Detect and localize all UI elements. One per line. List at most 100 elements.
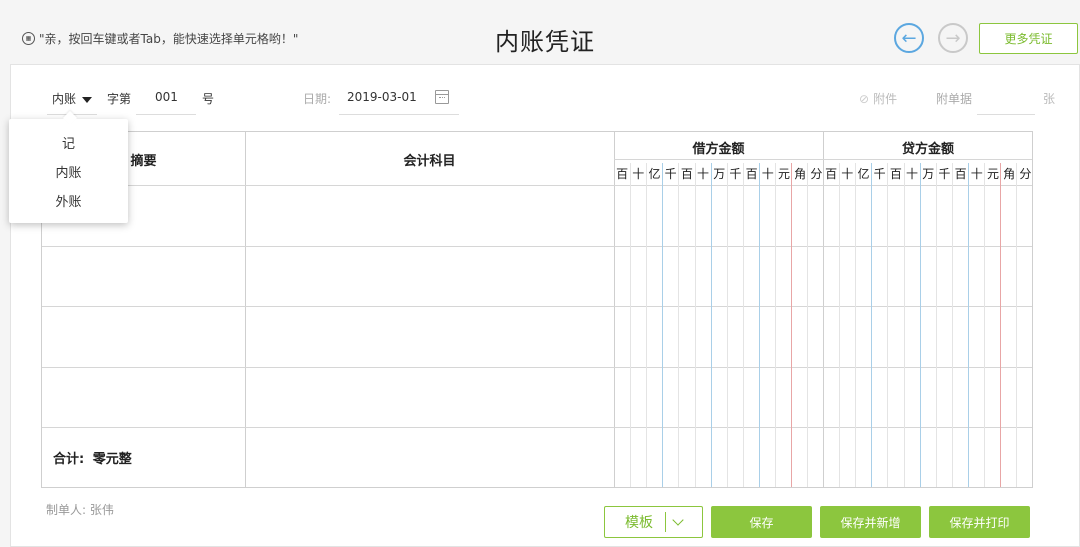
digit-column-line: [742, 163, 744, 487]
account-cell-row-3[interactable]: [246, 307, 614, 367]
digit-column-line: [678, 163, 680, 487]
dropdown-option[interactable]: 记: [9, 133, 128, 152]
chevron-down-icon[interactable]: [672, 513, 684, 526]
credit-digit-header: 元: [986, 167, 999, 181]
digit-column-line: [646, 163, 648, 487]
caret-down-icon: [82, 96, 93, 103]
save-button[interactable]: 保存: [711, 506, 812, 538]
account-cell-row-1[interactable]: [246, 186, 614, 246]
voucher-card: 内账 字第 001 号 日期: 2019-03-01 ⊘ 附件 附单据 张 摘要 …: [10, 64, 1080, 547]
row-line: [42, 427, 1032, 428]
template-button[interactable]: 模板: [604, 506, 703, 538]
debit-digit-header: 万: [713, 167, 726, 181]
digit-column-line: [935, 163, 937, 487]
digit-column-line: [775, 163, 776, 487]
digit-column-line: [630, 163, 632, 487]
total-amount: 零元整: [92, 452, 132, 467]
digit-column-line: [855, 163, 857, 487]
credit-header: 贷方金额: [901, 142, 954, 157]
digit-column-line: [791, 163, 793, 487]
debit-digit-header: 十: [697, 167, 710, 181]
arrow-left-icon: ←: [901, 27, 917, 49]
digit-column-line: [758, 163, 760, 487]
dropdown-option[interactable]: 外账: [9, 191, 128, 210]
debit-digit-header: 百: [745, 167, 758, 181]
attached-docs-label: 附单据: [936, 92, 973, 106]
credit-digit-header: 亿: [857, 167, 870, 181]
credit-digit-header: 分: [1019, 167, 1032, 181]
maker-name: 张伟: [89, 503, 114, 517]
total-label: 合计:: [53, 452, 85, 467]
digit-column-line: [1000, 163, 1002, 487]
credit-digit-header: 千: [938, 167, 951, 181]
summary-cell-row-2[interactable]: [42, 247, 245, 306]
calendar-icon[interactable]: [435, 90, 449, 104]
credit-digit-header: 千: [873, 167, 886, 181]
total-row: 合计: 零元整: [53, 448, 132, 467]
account-cell-row-2[interactable]: [246, 247, 614, 306]
digit-column-line: [967, 163, 969, 487]
summary-cell-row-4[interactable]: [42, 368, 245, 427]
digit-column-line: [807, 163, 809, 487]
debit-header: 借方金额: [692, 142, 745, 157]
debit-digit-header: 分: [810, 167, 823, 181]
date-label: 日期:: [303, 92, 332, 106]
attachment-label: 附件: [873, 92, 898, 106]
paperclip-icon: ⊘: [859, 92, 870, 106]
top-bar: ▦ "亲，按回车键或者Tab，能快速选择单元格哟！" 内账凭证 ← → 更多凭证: [0, 0, 1080, 64]
digit-column-line: [694, 163, 696, 487]
digit-column-line: [871, 163, 873, 487]
credit-digit-header: 十: [841, 167, 854, 181]
maker-info: 制单人: 张伟: [46, 501, 114, 518]
ledger-type-select[interactable]: 内账: [52, 90, 93, 107]
more-vouchers-button[interactable]: 更多凭证: [979, 23, 1078, 54]
digit-column-line: [839, 163, 841, 487]
prev-voucher-button[interactable]: ←: [894, 23, 924, 53]
save-and-new-button[interactable]: 保存并新增: [820, 506, 921, 538]
summary-cell-row-3[interactable]: [42, 307, 245, 367]
credit-digit-header: 十: [970, 167, 983, 181]
header-subdivider: [614, 159, 1032, 160]
date-input[interactable]: 2019-03-01: [347, 90, 417, 104]
credit-digit-header: 角: [1003, 167, 1016, 181]
credit-digit-header: 十: [906, 167, 919, 181]
debit-digit-header: 百: [616, 167, 629, 181]
zhang-label: 张: [1043, 92, 1056, 106]
digit-column-line: [903, 163, 905, 487]
hao-label: 号: [202, 92, 215, 106]
digit-column-line: [1016, 163, 1018, 487]
date-underline: [339, 114, 459, 115]
debit-digit-header: 亿: [648, 167, 661, 181]
template-label: 模板: [625, 515, 653, 531]
attachment-button[interactable]: ⊘ 附件: [859, 90, 897, 107]
digit-column-line: [662, 163, 664, 487]
voucher-table: 摘要 会计科目 借方金额 贷方金额 百十亿千百十万千百十元角分 百十亿千百十万千…: [41, 131, 1033, 488]
debit-digit-header: 元: [777, 167, 790, 181]
credit-digit-header: 百: [825, 167, 838, 181]
debit-digit-header: 千: [729, 167, 742, 181]
attached-docs-input[interactable]: [977, 114, 1035, 115]
credit-digit-header: 百: [889, 167, 902, 181]
arrow-right-icon: →: [945, 27, 961, 49]
voucher-number-input[interactable]: 001: [155, 90, 178, 104]
digit-column-line: [951, 163, 953, 487]
credit-digit-header: 万: [922, 167, 935, 181]
debit-digit-header: 十: [761, 167, 774, 181]
zi-di-label: 字第: [107, 92, 132, 106]
account-header: 会计科目: [403, 154, 456, 169]
next-voucher-button[interactable]: →: [938, 23, 968, 53]
debit-digit-header: 千: [664, 167, 677, 181]
digit-column-line: [887, 163, 889, 487]
number-underline: [136, 114, 196, 115]
dropdown-option[interactable]: 内账: [9, 162, 128, 181]
debit-digit-header: 十: [632, 167, 645, 181]
ledger-type-value: 内账: [52, 92, 77, 106]
ledger-type-dropdown: 记内账 外账: [9, 119, 128, 223]
credit-digit-header: 百: [954, 167, 967, 181]
template-separator: [665, 512, 666, 532]
maker-label: 制单人:: [46, 503, 87, 517]
account-cell-row-4[interactable]: [246, 368, 614, 427]
digit-column-line: [919, 163, 921, 487]
save-and-print-button[interactable]: 保存并打印: [929, 506, 1030, 538]
debit-digit-header: 角: [794, 167, 807, 181]
